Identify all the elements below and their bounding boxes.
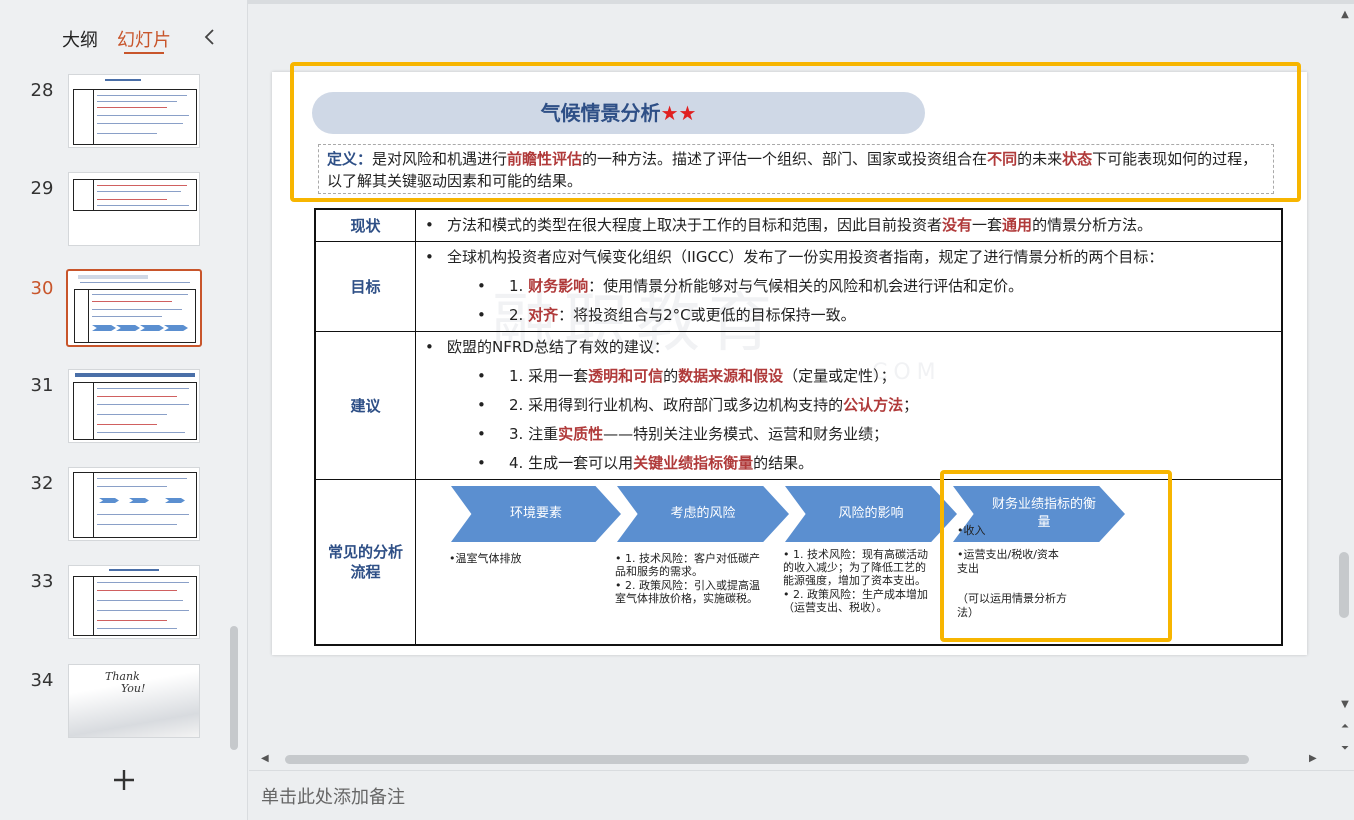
tab-slides[interactable]: 幻灯片: [117, 26, 171, 52]
definition-box[interactable]: 定义：是对风险和机遇进行前瞻性评估的一种方法。描述了评估一个组织、部门、国家或投…: [318, 144, 1274, 194]
table-row-process: 常见的分析流程 环境要素 考虑的风险 风险的影响 财务业绩指标的衡量 •温室气体…: [316, 480, 1281, 644]
scroll-right-icon[interactable]: ▶: [1309, 753, 1317, 764]
slide-thumbnail-29[interactable]: [68, 172, 200, 246]
horizontal-scroll-thumb[interactable]: [285, 755, 1249, 764]
row-header: 建议: [316, 332, 416, 479]
bullet-item: • 1. 财务影响：使用情景分析能够对与气候相关的风险和机会进行评估和定价。: [477, 277, 1024, 295]
slide-panel: 大纲 幻灯片 28 29 30 31 32 33 34 Thank You!: [0, 0, 248, 820]
bullet-item: • 全球机构投资者应对气候变化组织（IIGCC）发布了一份实用投资者指南，规定了进…: [425, 248, 1164, 266]
slide-canvas[interactable]: 融职教育 COM 气候情景分析★★ 定义：是对风险和机遇进行前瞻性评估的一种方法…: [272, 72, 1307, 655]
flow-step-environment[interactable]: 环境要素: [451, 486, 621, 542]
slide-number: 30: [30, 278, 54, 299]
slide-number: 29: [30, 178, 54, 199]
scroll-down-icon[interactable]: ▼: [1338, 698, 1352, 712]
flow-note-financial: •收入 •运营支出/税收/资本支出 （可以运用情景分析方法）: [957, 524, 1067, 619]
star-icon: ★★: [660, 101, 697, 125]
table-row-advice: 建议 • 欧盟的NFRD总结了有效的建议： • 1. 采用一套透明和可信的数据来源和…: [316, 332, 1281, 480]
slide-thumbnail-30[interactable]: [66, 269, 202, 347]
notes-pane[interactable]: 单击此处添加备注: [249, 770, 1354, 820]
slide-thumbnail-28[interactable]: [68, 74, 200, 148]
vertical-scroll-thumb[interactable]: [1339, 552, 1349, 618]
add-slide-button[interactable]: [110, 766, 138, 794]
flow-step-impact[interactable]: 风险的影响: [785, 486, 957, 542]
scroll-left-icon[interactable]: ◀: [261, 753, 269, 764]
slide-number: 33: [30, 571, 54, 592]
vertical-scrollbar[interactable]: ▲ ▼ ⏶ ⏷: [1336, 4, 1354, 774]
page-down-icon[interactable]: ⏷: [1338, 742, 1352, 756]
scroll-up-icon[interactable]: ▲: [1338, 8, 1352, 22]
row-header: 常见的分析流程: [316, 480, 416, 644]
thank-you-text: Thank You!: [105, 670, 146, 695]
slide-thumbnail-32[interactable]: [68, 467, 200, 541]
bullet-item: • 4. 生成一套可以用关键业绩指标衡量的结果。: [477, 454, 814, 472]
bullet-item: • 2. 对齐：将投资组合与2°C或更低的目标保持一致。: [477, 306, 856, 324]
bullet-item: • 2. 采用得到行业机构、政府部门或多边机构支持的公认方法；: [477, 396, 919, 414]
bullet-item: • 欧盟的NFRD总结了有效的建议：: [425, 338, 669, 356]
table-row-status: 现状 • 方法和模式的类型在很大程度上取决于工作的目标和范围，因此目前投资者没有一…: [316, 210, 1281, 242]
flow-note-risks: • 1. 技术风险：客户对低碳产品和服务的需求。 • 2. 政策风险：引入或提高…: [615, 552, 760, 605]
slide-thumbnail-31[interactable]: [68, 369, 200, 443]
content-table[interactable]: 现状 • 方法和模式的类型在很大程度上取决于工作的目标和范围，因此目前投资者没有一…: [314, 208, 1283, 646]
bullet-item: • 方法和模式的类型在很大程度上取决于工作的目标和范围，因此目前投资者没有一套通用…: [425, 216, 1153, 234]
slide-number: 32: [30, 473, 54, 494]
thumbnail-scrollbar[interactable]: [230, 626, 238, 750]
page-up-icon[interactable]: ⏶: [1338, 720, 1352, 734]
slide-number: 31: [30, 375, 54, 396]
chevron-left-icon: [204, 29, 214, 45]
slide-thumbnail-33[interactable]: [68, 565, 200, 639]
horizontal-scrollbar[interactable]: ◀ ▶: [249, 750, 1336, 770]
bullet-item: • 3. 注重实质性——特别关注业务模式、运营和财务业绩；: [477, 425, 889, 443]
plus-icon: [114, 770, 134, 790]
row-header: 现状: [316, 210, 416, 241]
bullet-item: • 1. 采用一套透明和可信的数据来源和假设（定量或定性）；: [477, 367, 896, 385]
row-header: 目标: [316, 242, 416, 331]
collapse-panel-button[interactable]: [200, 26, 220, 48]
slide-number: 28: [30, 80, 54, 101]
slide-thumbnail-34[interactable]: Thank You!: [68, 664, 200, 738]
table-row-goal: 目标 • 全球机构投资者应对气候变化组织（IIGCC）发布了一份实用投资者指南，规…: [316, 242, 1281, 332]
flow-note-environment: •温室气体排放: [449, 552, 522, 565]
flow-note-impact: • 1. 技术风险：现有高碳活动的收入减少；为了降低工艺的能源强度，增加了资本支…: [783, 548, 928, 614]
active-tab-indicator: [124, 52, 164, 54]
slide-title[interactable]: 气候情景分析★★: [312, 92, 925, 134]
tab-outline[interactable]: 大纲: [62, 26, 98, 52]
slide-number: 34: [30, 670, 54, 691]
flow-step-risks[interactable]: 考虑的风险: [617, 486, 789, 542]
notes-placeholder[interactable]: 单击此处添加备注: [261, 783, 405, 809]
